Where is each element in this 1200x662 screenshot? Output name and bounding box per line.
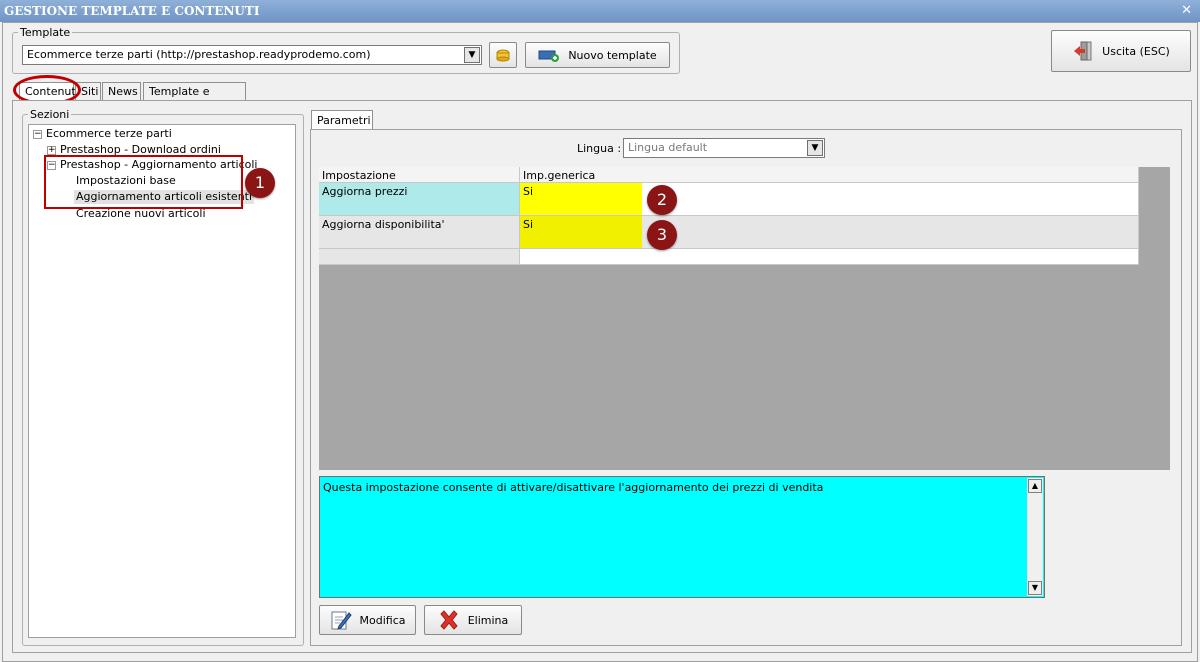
modify-label: Modifica <box>359 613 406 627</box>
parameters-grid[interactable]: Impostazione Imp.generica Aggiorna prezz… <box>319 167 1170 470</box>
column-header-setting[interactable]: Impostazione <box>319 167 520 183</box>
open-template-button[interactable] <box>489 42 517 68</box>
new-template-button[interactable]: Nuovo template <box>525 42 670 68</box>
row-1-value-label: Si <box>523 185 534 198</box>
exit-door-icon <box>1074 41 1092 61</box>
description-scrollbar[interactable]: ▲ ▼ <box>1027 478 1043 596</box>
tree-item-root[interactable]: − Ecommerce terze parti <box>33 127 172 141</box>
column-header-value[interactable]: Imp.generica <box>520 167 1139 183</box>
scroll-down-icon[interactable]: ▼ <box>1028 581 1042 595</box>
new-template-label: Nuovo template <box>568 48 657 62</box>
row-2-value-label: Si <box>523 218 534 231</box>
description-box[interactable]: Questa impostazione consente di attivare… <box>319 476 1045 598</box>
chevron-down-icon[interactable]: ▼ <box>807 140 823 156</box>
template-select[interactable]: Ecommerce terze parti (http://prestashop… <box>22 45 482 65</box>
exit-button[interactable]: Uscita (ESC) <box>1051 30 1191 72</box>
close-icon[interactable]: ✕ <box>1181 0 1192 22</box>
marker-1: 1 <box>245 168 275 198</box>
tree-highlight-box <box>44 155 243 209</box>
tree-item-new-articles[interactable]: Creazione nuovi articoli <box>76 207 206 221</box>
add-template-icon <box>538 50 560 62</box>
tab-template-plugins[interactable]: Template e plugins <box>143 82 246 115</box>
tab-news[interactable]: News <box>102 82 141 100</box>
delete-x-icon <box>440 610 458 630</box>
modify-button[interactable]: Modifica <box>319 605 416 635</box>
window-title-bar: GESTIONE TEMPLATE E CONTENUTI ✕ <box>0 0 1200 22</box>
exit-label: Uscita (ESC) <box>1102 44 1170 58</box>
template-group-legend: Template <box>18 26 73 39</box>
tree-root-label: Ecommerce terze parti <box>46 127 172 140</box>
chevron-down-icon[interactable]: ▼ <box>464 47 480 63</box>
edit-icon <box>331 611 352 630</box>
table-row-1-setting[interactable]: Aggiorna prezzi <box>319 183 520 216</box>
template-select-value: Ecommerce terze parti (http://prestashop… <box>27 48 371 61</box>
tab-parametri-label: Parametri <box>317 114 371 127</box>
parameters-table: Impostazione Imp.generica Aggiorna prezz… <box>319 167 1139 265</box>
window-title: GESTIONE TEMPLATE E CONTENUTI <box>4 4 260 18</box>
delete-label: Elimina <box>467 613 509 627</box>
scroll-up-icon[interactable]: ▲ <box>1028 479 1042 493</box>
marker-2: 2 <box>647 185 677 215</box>
row-2-value-cell[interactable]: Si <box>520 216 642 248</box>
table-row-new-value[interactable] <box>520 249 1139 265</box>
lingua-select[interactable]: Lingua default ▼ <box>623 138 825 158</box>
tab-siti-label: Siti <box>81 85 99 98</box>
expand-icon[interactable]: + <box>47 146 56 155</box>
folder-icon <box>496 49 510 62</box>
lingua-select-value: Lingua default <box>628 141 708 154</box>
delete-button[interactable]: Elimina <box>424 605 522 635</box>
column-header-value-label: Imp.generica <box>523 169 596 182</box>
row-1-value-cell[interactable]: Si <box>520 183 642 215</box>
column-header-setting-label: Impostazione <box>322 169 396 182</box>
table-row-2-setting[interactable]: Aggiorna disponibilita' <box>319 216 520 249</box>
tab-news-label: News <box>108 85 138 98</box>
lingua-label: Lingua : <box>577 142 622 155</box>
tab-parametri[interactable]: Parametri <box>311 110 373 130</box>
sections-legend: Sezioni <box>28 108 72 121</box>
table-row-new-setting[interactable] <box>319 249 520 265</box>
collapse-icon[interactable]: − <box>33 130 42 139</box>
marker-3: 3 <box>647 220 677 250</box>
row-1-setting-label: Aggiorna prezzi <box>322 185 408 198</box>
row-2-setting-label: Aggiorna disponibilita' <box>322 218 445 231</box>
description-text: Questa impostazione consente di attivare… <box>323 481 824 494</box>
